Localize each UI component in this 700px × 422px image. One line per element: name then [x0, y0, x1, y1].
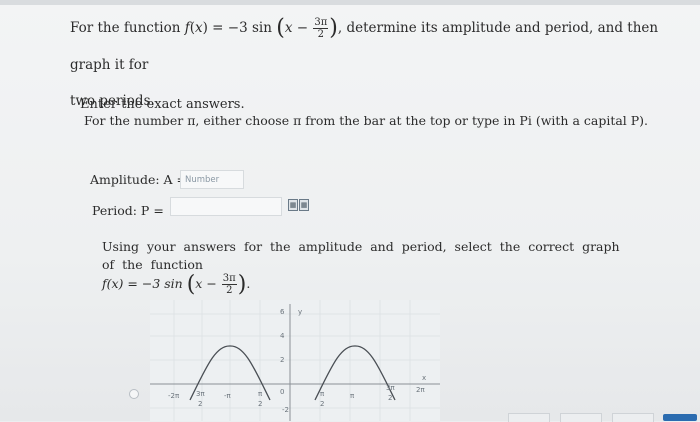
next-button[interactable]	[663, 414, 697, 421]
x-tick-negpi2-den: 2	[258, 400, 262, 408]
top-bar	[0, 0, 700, 5]
x-tick-neg2pi: -2π	[168, 392, 180, 400]
x-tick-2pi: 2π	[416, 386, 425, 394]
question-prefix: For the function	[70, 20, 181, 36]
y-tick-4: 4	[280, 332, 285, 340]
x-tick-3pi2-den: 2	[388, 394, 392, 402]
graph-option-1[interactable]: y 6 4 2 0 -2 x -2π 3π 2 -π π 2 π 2 π 3π …	[150, 300, 440, 421]
amplitude-label: Amplitude: A =	[90, 172, 188, 187]
instructions-line2: For the number π, either choose π from t…	[84, 113, 649, 128]
y-tick-6: 6	[280, 308, 285, 316]
function-eq: ) = −3 sin	[202, 20, 272, 36]
fraction-den: 2	[317, 29, 324, 40]
graph-function: f(x) = −3 sin (x − 3π 2).	[102, 272, 251, 297]
graph-fraction: 3π 2	[221, 273, 237, 296]
x-tick-3pi2-num: 3π	[386, 384, 395, 392]
keypad-icon[interactable]: ▦	[299, 199, 309, 211]
equation-editor-icon[interactable]: ▦	[288, 199, 298, 211]
function-name: f	[184, 20, 190, 36]
fraction-num: 3π	[313, 17, 329, 29]
question-fraction: 3π 2	[313, 17, 329, 40]
function-var: x	[195, 20, 203, 36]
x-tick-neg3pi2-num: 3π	[196, 390, 205, 398]
graph-option-radio[interactable]	[129, 389, 139, 399]
y-tick-2: 2	[280, 356, 284, 364]
x-tick-negpi: -π	[224, 392, 232, 400]
x-tick-pi2-den: 2	[320, 400, 324, 408]
amplitude-input[interactable]: Number	[180, 170, 244, 189]
period-input[interactable]	[170, 197, 282, 216]
period-label: Period: P =	[92, 203, 164, 218]
y-axis-label: y	[298, 308, 302, 316]
x-tick-neg3pi2-den: 2	[198, 400, 202, 408]
graph-fraction-den: 2	[226, 285, 233, 296]
graph-func-text: f(x) = −3 sin	[102, 276, 183, 291]
graph-inner-x: x −	[195, 276, 217, 291]
math-palette[interactable]: ▦ ▦	[288, 199, 310, 211]
page-background: For the function f(x) = −3 sin (x − 3π 2)…	[0, 0, 700, 422]
graph-prompt: Using your answers for the amplitude and…	[102, 239, 620, 272]
y-tick-neg2: -2	[282, 406, 289, 414]
graph-fraction-num: 3π	[221, 273, 237, 285]
y-tick-0: 0	[280, 388, 284, 396]
x-axis-label: x	[422, 374, 426, 382]
inner-x: x −	[284, 20, 309, 36]
